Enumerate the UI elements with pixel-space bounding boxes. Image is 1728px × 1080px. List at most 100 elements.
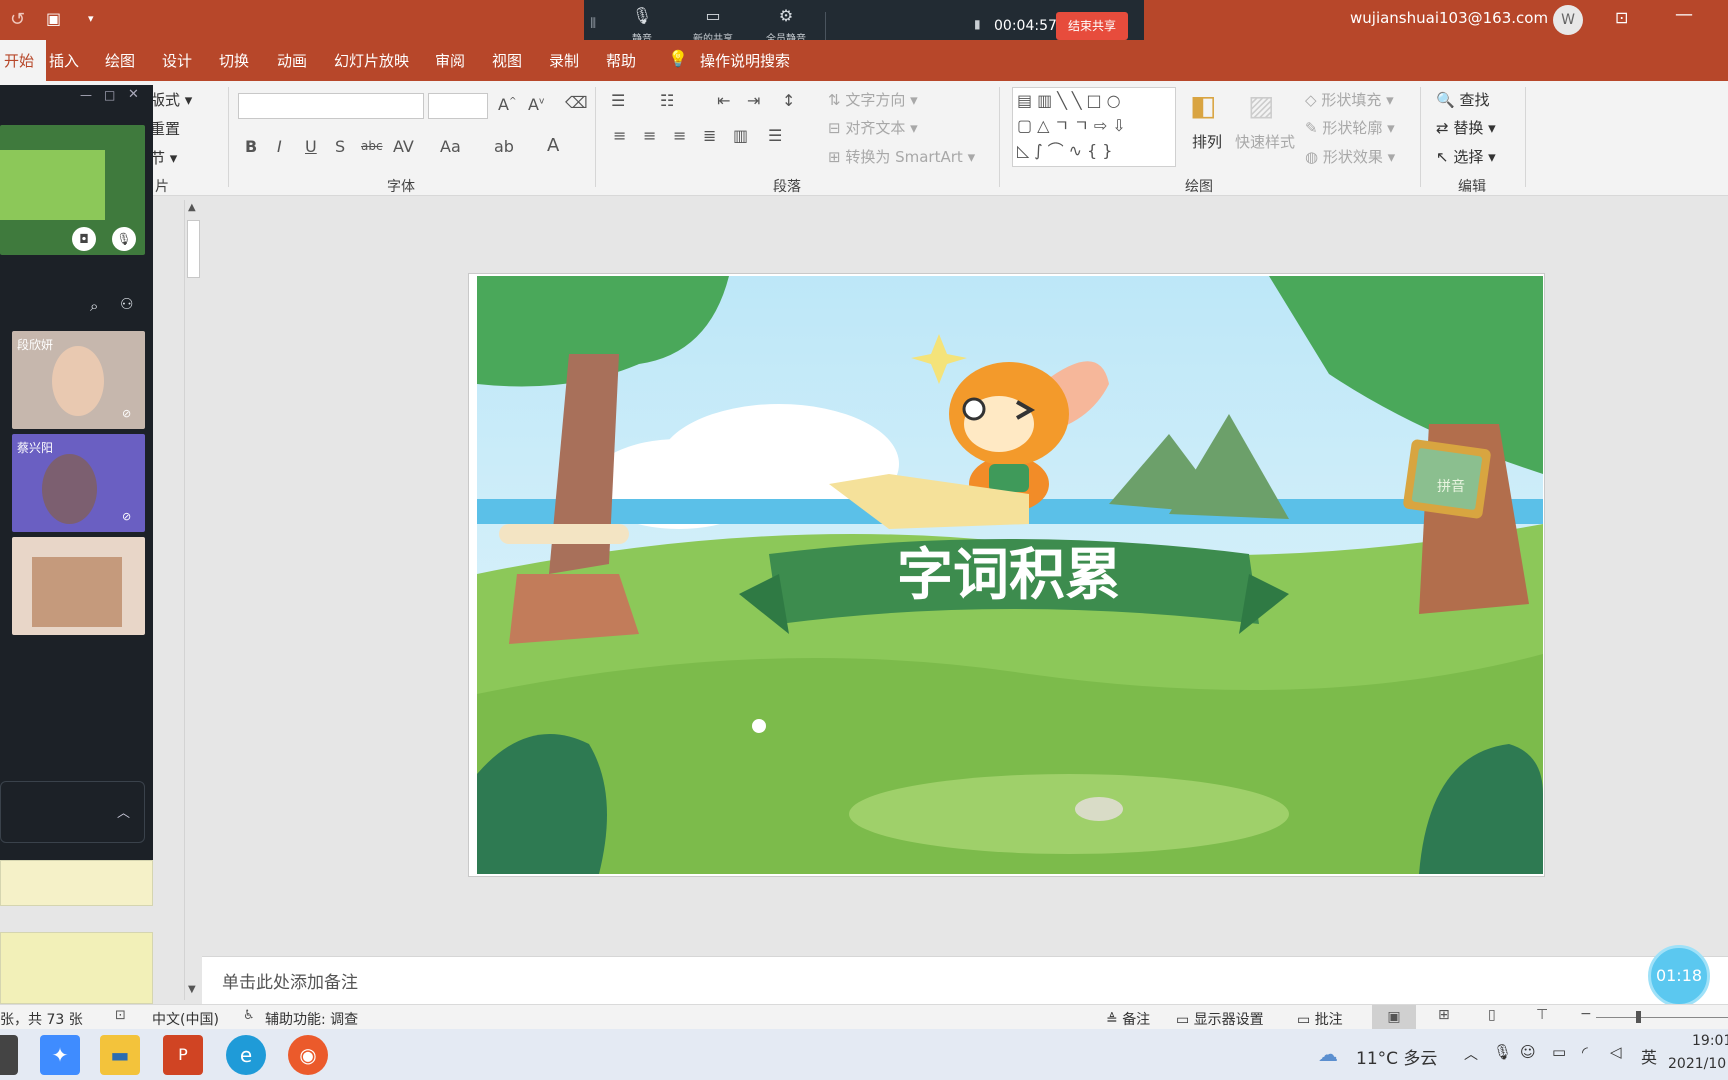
zoom-slider[interactable]	[1596, 1011, 1728, 1023]
search-icon[interactable]: ⌕	[90, 297, 98, 315]
smartart-button[interactable]: ⊞ 转换为 SmartArt ▾	[828, 146, 975, 167]
shape-outline-button[interactable]: ✎ 形状轮廓 ▾	[1305, 117, 1395, 138]
bold-icon[interactable]: B	[245, 137, 257, 156]
replace-button[interactable]: ⇄ 替换 ▾	[1436, 117, 1496, 138]
zoom-out-icon[interactable]: −	[1580, 1006, 1592, 1022]
avatar[interactable]: W	[1553, 5, 1583, 35]
notes-toggle-button[interactable]: ≜ 备注	[1106, 1009, 1150, 1029]
change-case-icon[interactable]: Aa	[440, 137, 461, 156]
font-color-icon[interactable]: A	[547, 135, 559, 156]
italic-icon[interactable]: I	[277, 137, 282, 156]
end-share-button[interactable]: 结束共享	[1056, 12, 1128, 40]
zoom-slider-thumb[interactable]	[1636, 1011, 1641, 1023]
shared-screen-preview[interactable]: ◘ 🎙	[0, 125, 145, 255]
shrink-font-icon[interactable]: Av	[528, 95, 544, 114]
arrange-button[interactable]: 排列	[1192, 131, 1222, 152]
align-left-icon[interactable]: ≡	[613, 126, 626, 145]
tab-home[interactable]: 开始	[0, 40, 47, 81]
mic-icon[interactable]: 🎙	[112, 227, 136, 251]
quick-styles-icon[interactable]: ▨	[1248, 89, 1274, 122]
app-icon-partial[interactable]	[0, 1035, 18, 1075]
columns-icon[interactable]: ▥	[733, 126, 748, 145]
shape-fill-button[interactable]: ◇ 形状填充 ▾	[1305, 89, 1394, 110]
slideshow-view-icon[interactable]: ⊤	[1536, 1007, 1548, 1023]
shadow-icon[interactable]: S	[335, 137, 345, 156]
find-button[interactable]: 🔍 查找	[1436, 89, 1489, 110]
font-name-combo[interactable]	[238, 93, 424, 119]
clock-date[interactable]: 2021/10	[1668, 1056, 1726, 1072]
section-button[interactable]: 节 ▾	[150, 147, 177, 168]
vertical-scrollbar[interactable]: ▲ ▼	[184, 200, 202, 1000]
shape-effects-button[interactable]: ◍ 形状效果 ▾	[1305, 146, 1395, 167]
panel-footer[interactable]: ︿	[0, 781, 145, 843]
microphone-tray-icon[interactable]: 🎙	[1493, 1043, 1512, 1061]
slide-canvas[interactable]: 拼音 字词积累	[468, 273, 1545, 877]
ribbon-display-icon[interactable]: ⊡	[1615, 8, 1628, 27]
quick-styles-button[interactable]: 快速样式	[1235, 131, 1295, 152]
tab-draw[interactable]: 绘图	[105, 50, 135, 71]
language-indicator[interactable]: 中文(中国)	[152, 1009, 219, 1029]
clear-format-icon[interactable]: ⌫	[565, 93, 588, 112]
tell-me-search[interactable]: 操作说明搜索	[700, 50, 790, 71]
minimize-icon[interactable]: —	[1675, 4, 1693, 25]
scroll-down-icon[interactable]: ▼	[188, 984, 196, 995]
align-right-icon[interactable]: ≡	[673, 126, 686, 145]
tab-help[interactable]: 帮助	[606, 50, 636, 71]
tab-animations[interactable]: 动画	[277, 50, 307, 71]
qat-dropdown-icon[interactable]: ▾	[88, 12, 94, 25]
increase-indent-icon[interactable]: ⇥	[747, 91, 760, 110]
panel-maximize-icon[interactable]: □	[104, 88, 115, 102]
comments-button[interactable]: ▭ 批注	[1297, 1009, 1343, 1029]
scroll-thumb[interactable]	[187, 220, 200, 278]
decrease-indent-icon[interactable]: ⇤	[717, 91, 730, 110]
notes-pane[interactable]: 单击此处添加备注	[202, 956, 1728, 1004]
accessibility-status[interactable]: 辅助功能: 调查	[265, 1009, 358, 1029]
numbering-icon[interactable]: ☷	[660, 91, 674, 110]
spellcheck-icon[interactable]: ⊡	[115, 1008, 126, 1023]
line-spacing-icon[interactable]: ↕	[782, 91, 795, 110]
undo-icon[interactable]: ↺	[10, 9, 25, 30]
tab-design[interactable]: 设计	[162, 50, 192, 71]
file-explorer-icon[interactable]: ▬	[100, 1035, 140, 1075]
collapse-icon[interactable]: ︿	[117, 802, 130, 821]
slide-thumbnail[interactable]	[0, 932, 153, 1004]
underline-icon[interactable]: U	[305, 137, 317, 156]
panel-close-icon[interactable]: ✕	[128, 87, 139, 102]
slide-thumbnail[interactable]	[0, 860, 153, 906]
normal-view-button[interactable]: ▣	[1372, 1005, 1416, 1029]
display-settings-button[interactable]: ▭ 显示器设置	[1176, 1009, 1264, 1029]
powerpoint-app-icon[interactable]: P	[163, 1035, 203, 1075]
participant-video[interactable]	[12, 537, 145, 635]
volume-icon[interactable]: ◁	[1610, 1043, 1622, 1061]
timer-badge[interactable]: 01:18	[1648, 945, 1710, 1007]
qq-tray-icon[interactable]: ☺	[1520, 1043, 1536, 1061]
camera-icon[interactable]: ◘	[72, 227, 96, 251]
strikethrough-icon[interactable]: abc	[361, 139, 383, 153]
bullets-icon[interactable]: ☰	[611, 91, 625, 110]
reset-button[interactable]: 重置	[150, 118, 180, 139]
char-spacing-icon[interactable]: AV	[393, 137, 414, 156]
present-icon[interactable]: ▣	[46, 9, 61, 28]
tab-record[interactable]: 录制	[549, 50, 579, 71]
font-size-combo[interactable]	[428, 93, 488, 119]
tab-slideshow[interactable]: 幻灯片放映	[334, 50, 409, 71]
more-align-icon[interactable]: ☰	[768, 126, 782, 145]
grow-font-icon[interactable]: A^	[498, 95, 517, 114]
tray-chevron-icon[interactable]: ︿	[1464, 1044, 1478, 1064]
arrange-icon[interactable]: ◧	[1190, 89, 1216, 122]
reading-view-icon[interactable]: ▯	[1488, 1007, 1496, 1023]
select-button[interactable]: ↖ 选择 ▾	[1436, 146, 1496, 167]
panel-minimize-icon[interactable]: —	[80, 88, 92, 102]
battery-icon[interactable]: ▭	[1552, 1043, 1566, 1061]
scroll-up-icon[interactable]: ▲	[188, 202, 196, 213]
align-center-icon[interactable]: ≡	[643, 126, 656, 145]
edge-browser-icon[interactable]: e	[226, 1035, 266, 1075]
text-direction-button[interactable]: ⇅ 文字方向 ▾	[828, 89, 918, 110]
weather-text[interactable]: 11°C 多云	[1356, 1044, 1437, 1069]
justify-icon[interactable]: ≣	[703, 126, 716, 145]
feishu-app-icon[interactable]: ✦	[40, 1035, 80, 1075]
highlight-icon[interactable]: ab	[494, 137, 514, 156]
participant-video[interactable]: 蔡兴阳 ⊘	[12, 434, 145, 532]
tab-transitions[interactable]: 切换	[219, 50, 249, 71]
drag-handle-icon[interactable]: ⦀	[590, 16, 596, 32]
